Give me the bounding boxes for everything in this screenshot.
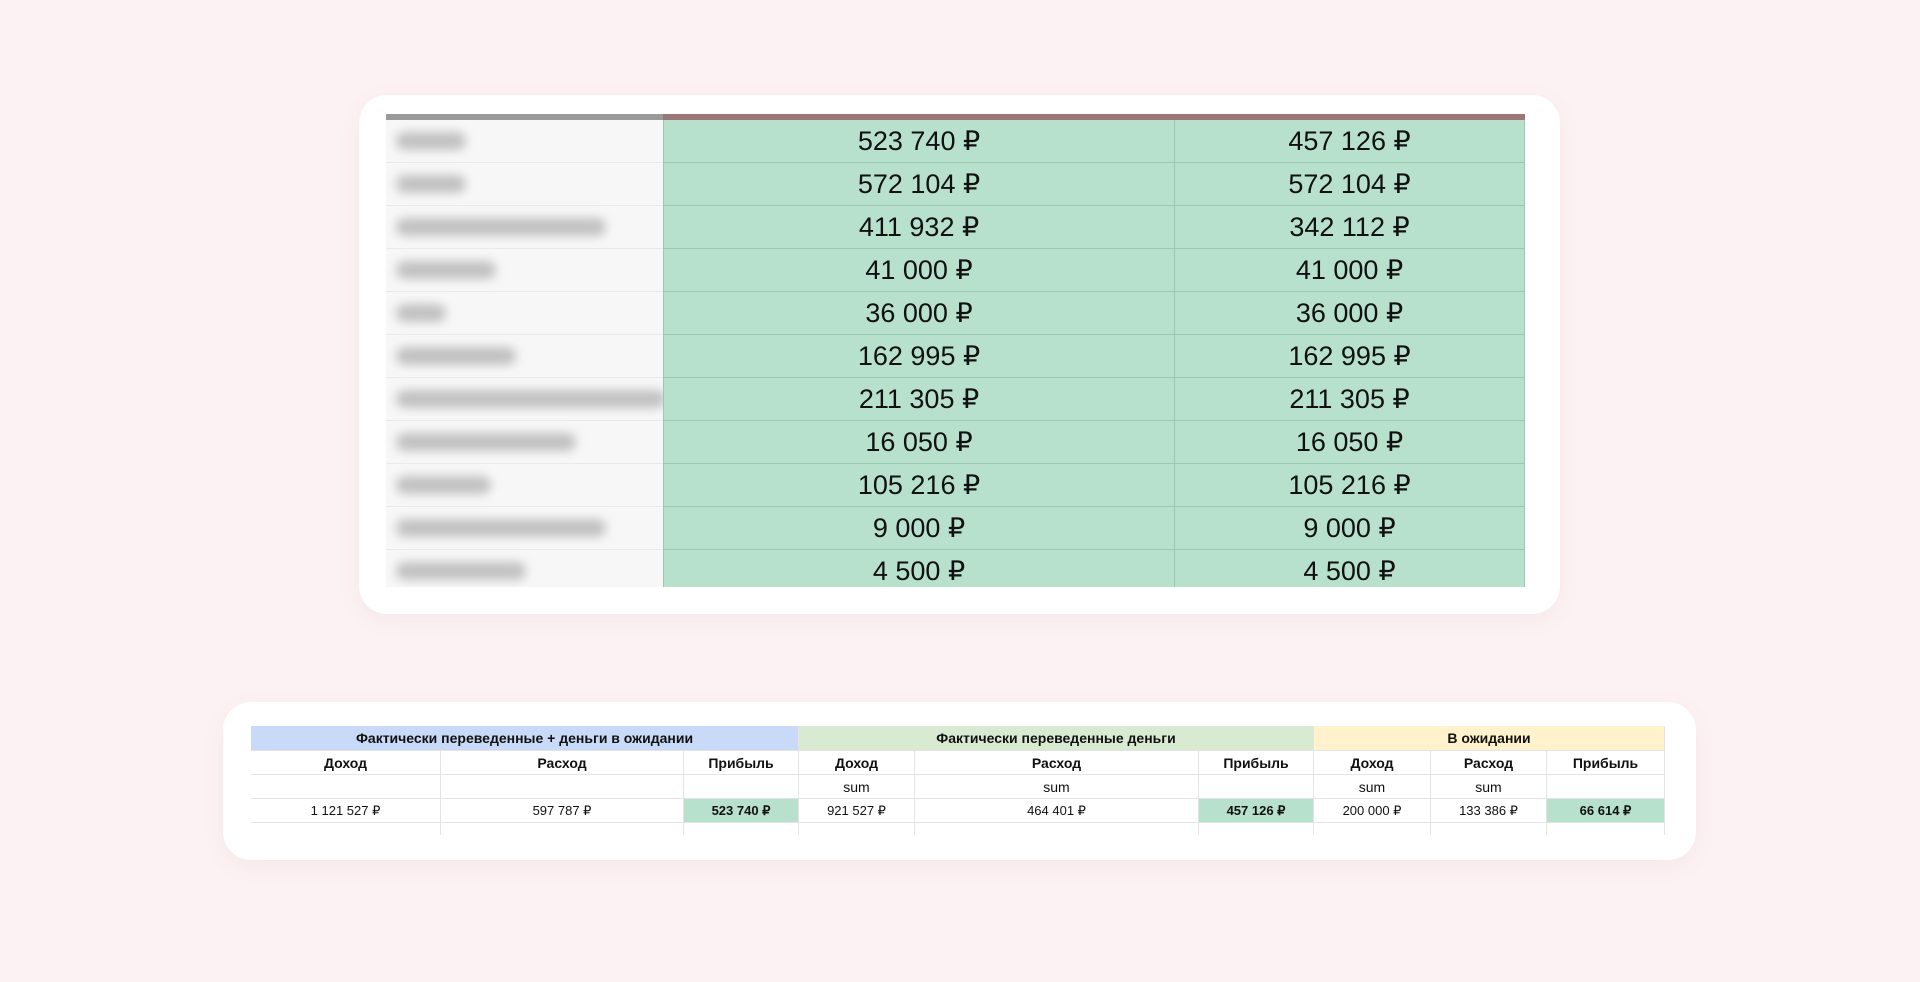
value-cell-col2[interactable]: 36 000 ₽ [1175,292,1525,335]
value-cell-col1[interactable]: 36 000 ₽ [663,292,1175,335]
sum-cell-empty-2[interactable] [441,775,684,799]
blurred-text [396,433,576,451]
value-pending-income[interactable]: 200 000 ₽ [1314,799,1431,823]
empty-cell[interactable] [441,823,684,835]
value-cell-col1[interactable]: 572 104 ₽ [663,163,1175,206]
value-cell-col1[interactable]: 9 000 ₽ [663,507,1175,550]
value-cell-col1[interactable]: 211 305 ₽ [663,378,1175,421]
value-pending-expense[interactable]: 133 386 ₽ [1431,799,1547,823]
table-row: 411 932 ₽342 112 ₽ [386,206,1525,249]
value-cell-col1[interactable]: 411 932 ₽ [663,206,1175,249]
blurred-text [396,132,466,150]
blurred-text [396,218,606,236]
col-header-actual-income[interactable]: Доход [799,751,915,775]
table-row: 36 000 ₽36 000 ₽ [386,292,1525,335]
blurred-text [396,476,491,494]
table-row: 41 000 ₽41 000 ₽ [386,249,1525,292]
value-cell-col1[interactable]: 162 995 ₽ [663,335,1175,378]
value-cell-col2[interactable]: 4 500 ₽ [1175,550,1525,587]
blurred-name-cell[interactable] [386,120,663,163]
value-cell-col1[interactable]: 105 216 ₽ [663,464,1175,507]
value-combined-profit[interactable]: 523 740 ₽ [684,799,799,823]
table-row: 4 500 ₽4 500 ₽ [386,550,1525,587]
blurred-name-cell[interactable] [386,550,663,587]
blurred-name-cell[interactable] [386,206,663,249]
sum-cell-empty-5[interactable] [1547,775,1665,799]
value-cell-col1[interactable]: 4 500 ₽ [663,550,1175,587]
blurred-name-cell[interactable] [386,464,663,507]
empty-cell[interactable] [684,823,799,835]
sum-cell-empty-1[interactable] [251,775,441,799]
value-actual-income[interactable]: 921 527 ₽ [799,799,915,823]
col-header-pending-expense[interactable]: Расход [1431,751,1547,775]
value-cell-col2[interactable]: 105 216 ₽ [1175,464,1525,507]
sum-label-actual-income[interactable]: sum [799,775,915,799]
value-pending-profit[interactable]: 66 614 ₽ [1547,799,1665,823]
value-cell-col1[interactable]: 523 740 ₽ [663,120,1175,163]
table-row: 16 050 ₽16 050 ₽ [386,421,1525,464]
empty-cell[interactable] [1431,823,1547,835]
value-cell-col2[interactable]: 41 000 ₽ [1175,249,1525,292]
blurred-name-cell[interactable] [386,378,663,421]
value-cell-col2[interactable]: 162 995 ₽ [1175,335,1525,378]
blurred-text [396,562,526,580]
spreadsheet-bottom: Фактически переведенные + деньги в ожида… [251,723,1665,835]
blurred-text [396,304,446,322]
value-cell-col2[interactable]: 572 104 ₽ [1175,163,1525,206]
table-row: 162 995 ₽162 995 ₽ [386,335,1525,378]
blurred-text [396,175,466,193]
blurred-name-cell[interactable] [386,421,663,464]
col-header-pending-profit[interactable]: Прибыль [1547,751,1665,775]
value-cell-col2[interactable]: 9 000 ₽ [1175,507,1525,550]
top-card: 523 740 ₽457 126 ₽572 104 ₽572 104 ₽411 … [359,95,1560,614]
bottom-card: Фактически переведенные + деньги в ожида… [223,702,1696,860]
table-row: 572 104 ₽572 104 ₽ [386,163,1525,206]
blurred-name-cell[interactable] [386,335,663,378]
value-cell-col1[interactable]: 41 000 ₽ [663,249,1175,292]
col-header-actual-profit[interactable]: Прибыль [1199,751,1314,775]
blurred-text [396,261,496,279]
value-actual-expense[interactable]: 464 401 ₽ [915,799,1199,823]
blurred-name-cell[interactable] [386,249,663,292]
sum-cell-empty-4[interactable] [1199,775,1314,799]
spreadsheet-top: 523 740 ₽457 126 ₽572 104 ₽572 104 ₽411 … [386,114,1525,587]
value-combined-expense[interactable]: 597 787 ₽ [441,799,684,823]
blurred-text [396,347,516,365]
col-header-pending-income[interactable]: Доход [1314,751,1431,775]
empty-cell[interactable] [799,823,915,835]
value-cell-col2[interactable]: 211 305 ₽ [1175,378,1525,421]
col-header-combined-income[interactable]: Доход [251,751,441,775]
sum-label-pending-expense[interactable]: sum [1431,775,1547,799]
empty-cell[interactable] [915,823,1199,835]
blurred-name-cell[interactable] [386,507,663,550]
group-combined-header[interactable]: Фактически переведенные + деньги в ожида… [251,726,799,751]
empty-cell[interactable] [251,823,441,835]
group-pending-header[interactable]: В ожидании [1314,726,1665,751]
blurred-text [396,390,663,408]
value-cell-col1[interactable]: 16 050 ₽ [663,421,1175,464]
table-row: 9 000 ₽9 000 ₽ [386,507,1525,550]
sum-label-actual-expense[interactable]: sum [915,775,1199,799]
empty-cell[interactable] [1314,823,1431,835]
sum-label-pending-income[interactable]: sum [1314,775,1431,799]
col-header-actual-expense[interactable]: Расход [915,751,1199,775]
blurred-name-cell[interactable] [386,163,663,206]
blurred-name-cell[interactable] [386,292,663,335]
empty-cell[interactable] [1547,823,1665,835]
value-cell-col2[interactable]: 16 050 ₽ [1175,421,1525,464]
empty-cell[interactable] [1199,823,1314,835]
value-combined-income[interactable]: 1 121 527 ₽ [251,799,441,823]
value-cell-col2[interactable]: 342 112 ₽ [1175,206,1525,249]
value-cell-col2[interactable]: 457 126 ₽ [1175,120,1525,163]
group-actual-header[interactable]: Фактически переведенные деньги [799,726,1314,751]
col-header-combined-expense[interactable]: Расход [441,751,684,775]
blurred-text [396,519,606,537]
table-row: 105 216 ₽105 216 ₽ [386,464,1525,507]
sum-cell-empty-3[interactable] [684,775,799,799]
col-header-combined-profit[interactable]: Прибыль [684,751,799,775]
table-row: 211 305 ₽211 305 ₽ [386,378,1525,421]
table-row: 523 740 ₽457 126 ₽ [386,120,1525,163]
value-actual-profit[interactable]: 457 126 ₽ [1199,799,1314,823]
